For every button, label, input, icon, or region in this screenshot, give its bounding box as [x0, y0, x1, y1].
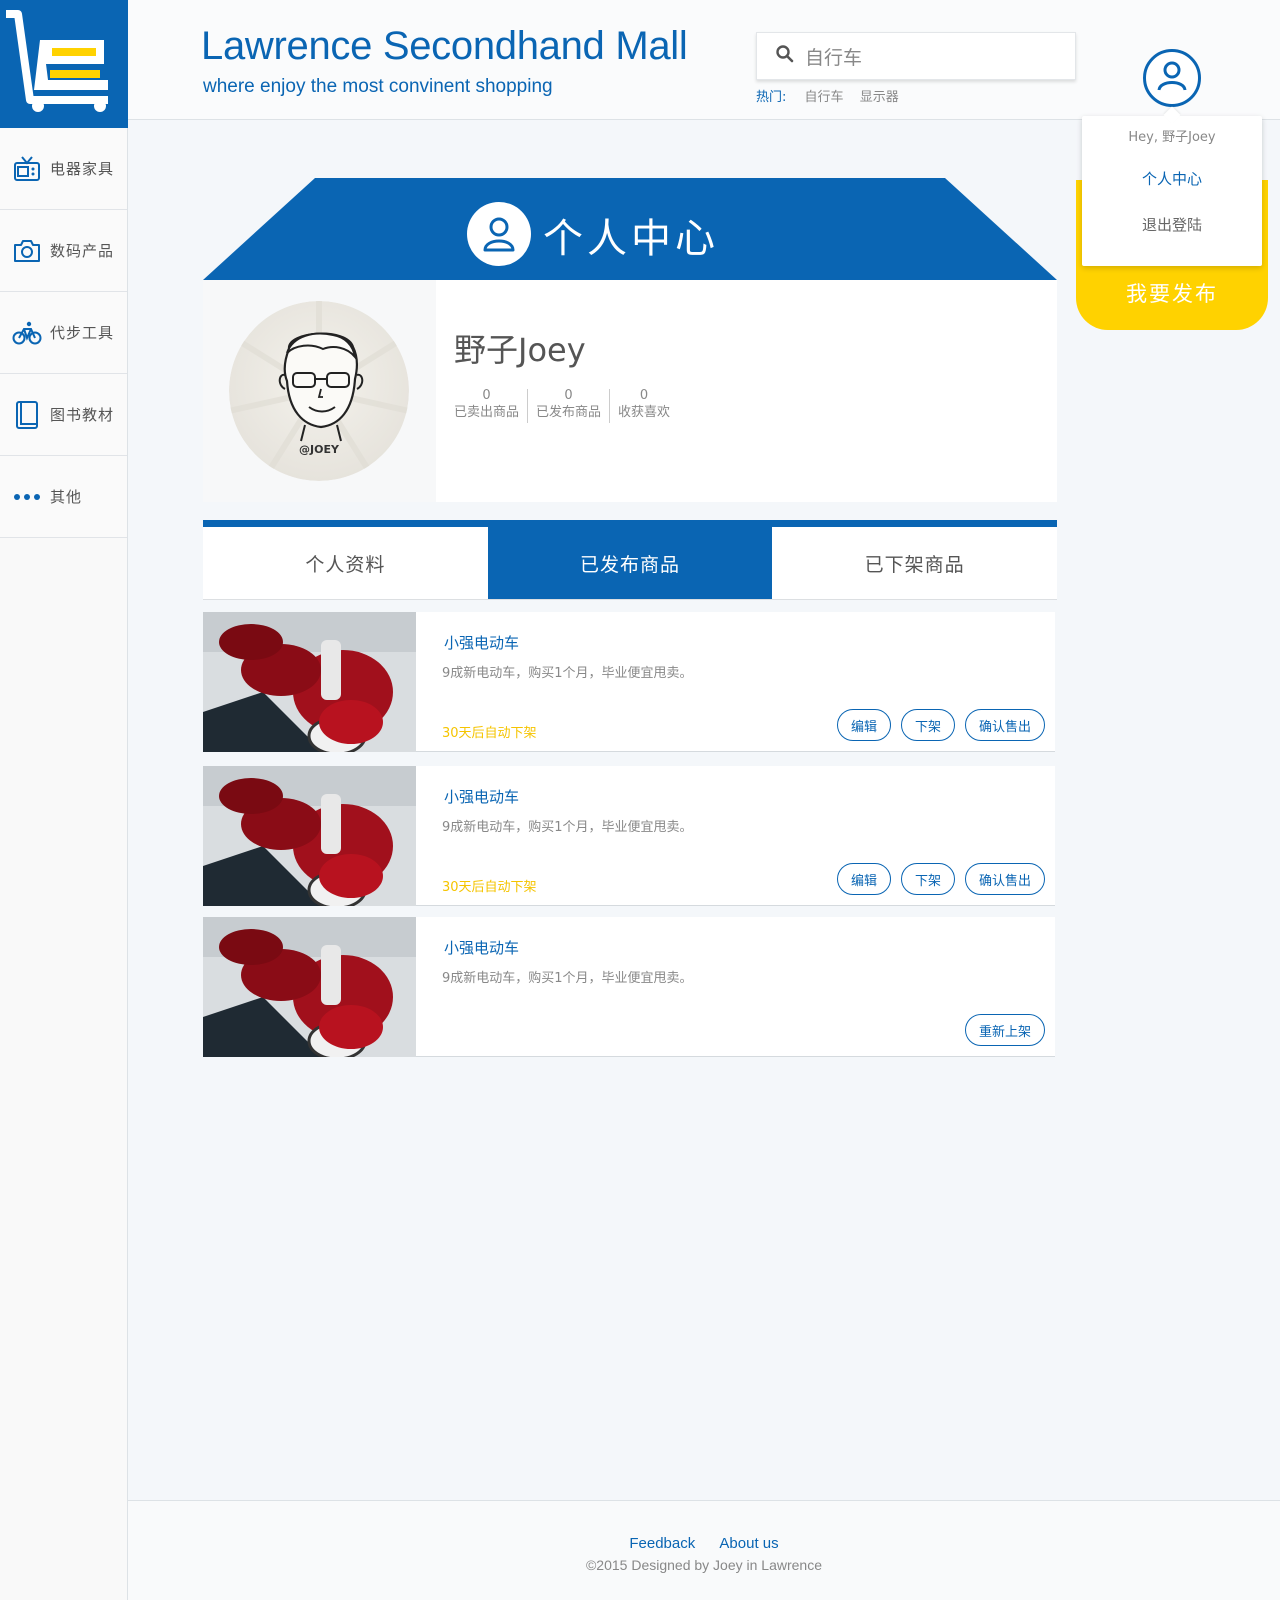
menu-item-personal-center[interactable]: 个人中心: [1082, 168, 1262, 189]
delist-button[interactable]: 下架: [900, 709, 955, 741]
edit-button[interactable]: 编辑: [836, 709, 891, 741]
item-description: 9成新电动车，购买1个月，毕业便宜甩卖。: [442, 971, 693, 986]
book-icon: [12, 400, 42, 430]
camera-icon: [12, 236, 42, 266]
item-thumbnail[interactable]: [203, 917, 416, 1057]
stat-likes: 0 收获喜欢: [610, 389, 678, 423]
item-name[interactable]: 小强电动车: [444, 937, 519, 958]
item-actions: 重新上架: [964, 1014, 1045, 1046]
page-title: 个人中心: [543, 216, 719, 262]
avatar-column: @JOEY: [203, 280, 436, 502]
search-icon[interactable]: [775, 44, 795, 68]
user-icon: [467, 202, 531, 266]
item-actions: 编辑 下架 确认售出: [836, 709, 1045, 741]
footer-links: Feedback About us: [128, 1535, 1280, 1552]
more-icon: [12, 482, 42, 512]
sidebar-item-digital[interactable]: 数码产品: [0, 210, 127, 292]
item-name[interactable]: 小强电动车: [444, 632, 519, 653]
item-thumbnail[interactable]: [203, 612, 416, 752]
hot-searches: 热门: 自行车 显示器: [756, 86, 911, 105]
sidebar-item-label: 图书教材: [50, 406, 115, 424]
bicycle-icon: [12, 318, 42, 348]
menu-item-logout[interactable]: 退出登陆: [1082, 214, 1262, 235]
item-actions: 编辑 下架 确认售出: [836, 863, 1045, 895]
search-box[interactable]: [756, 32, 1076, 80]
page-banner: 个人中心: [203, 178, 1057, 280]
confirm-sold-button[interactable]: 确认售出: [964, 709, 1045, 741]
site-title[interactable]: Lawrence Secondhand Mall: [201, 24, 688, 69]
stat-value: 0: [564, 388, 573, 403]
cart-logo-icon: [6, 10, 108, 112]
edit-button[interactable]: 编辑: [836, 863, 891, 895]
item-description: 9成新电动车，购买1个月，毕业便宜甩卖。: [442, 666, 693, 681]
item-description: 9成新电动车，购买1个月，毕业便宜甩卖。: [442, 820, 693, 835]
sidebar-item-transport[interactable]: 代步工具: [0, 292, 127, 374]
sidebar-item-books[interactable]: 图书教材: [0, 374, 127, 456]
relist-button[interactable]: 重新上架: [964, 1014, 1045, 1046]
hot-tag[interactable]: 自行车: [805, 90, 844, 105]
item-thumbnail[interactable]: [203, 766, 416, 906]
stat-label: 收获喜欢: [618, 405, 671, 420]
item-auto-delist: 30天后自动下架: [442, 880, 537, 895]
profile-card: @JOEY 野子Joey 0 已卖出商品 0 已发布商品 0 收获喜欢: [203, 280, 1057, 502]
list-item: 小强电动车 9成新电动车，购买1个月，毕业便宜甩卖。 30天后自动下架 编辑 下…: [203, 766, 1055, 906]
list-item: 小强电动车 9成新电动车，购买1个月，毕业便宜甩卖。 重新上架: [203, 917, 1055, 1057]
tab-profile[interactable]: 个人资料: [203, 527, 488, 599]
user-greeting: Hey, 野子Joey: [1128, 130, 1216, 145]
stat-value: 0: [482, 388, 491, 403]
sidebar-item-label: 电器家具: [50, 160, 115, 178]
logo[interactable]: [0, 0, 128, 128]
copyright: ©2015 Designed by Joey in Lawrence: [585, 1557, 823, 1573]
avatar[interactable]: @JOEY: [229, 301, 409, 481]
stat-published: 0 已发布商品: [528, 388, 611, 423]
user-menu-button[interactable]: [1143, 49, 1201, 107]
tab-unlisted[interactable]: 已下架商品: [772, 527, 1057, 599]
about-link[interactable]: About us: [719, 1535, 778, 1552]
tab-published[interactable]: 已发布商品: [487, 527, 773, 599]
publish-label: 我要发布: [1126, 282, 1218, 306]
profile-tabs: 个人资料 已发布商品 已下架商品: [203, 520, 1057, 600]
sidebar-item-others[interactable]: 其他: [0, 456, 127, 538]
sidebar: 电器家具 数码产品 代步工具 图书教材 其他: [0, 0, 128, 1600]
feedback-link[interactable]: Feedback: [629, 1535, 695, 1552]
user-stats: 0 已卖出商品 0 已发布商品 0 收获喜欢: [454, 389, 678, 423]
list-item: 小强电动车 9成新电动车，购买1个月，毕业便宜甩卖。 30天后自动下架 编辑 下…: [203, 612, 1055, 752]
item-auto-delist: 30天后自动下架: [442, 726, 537, 741]
user-dropdown: Hey, 野子Joey 个人中心 退出登陆: [1082, 116, 1262, 266]
user-name: 野子Joey: [454, 331, 586, 369]
item-name[interactable]: 小强电动车: [444, 786, 519, 807]
user-icon: [1154, 58, 1190, 98]
sidebar-item-label: 数码产品: [50, 242, 115, 260]
delist-button[interactable]: 下架: [900, 863, 955, 895]
sidebar-item-label: 代步工具: [50, 324, 115, 342]
hot-tag[interactable]: 显示器: [860, 90, 899, 105]
stat-label: 已发布商品: [536, 405, 602, 420]
sidebar-item-appliances[interactable]: 电器家具: [0, 128, 127, 210]
sidebar-item-label: 其他: [50, 488, 83, 506]
site-subtitle: where enjoy the most convinent shopping: [203, 76, 553, 97]
stat-value: 0: [639, 388, 649, 403]
search-input[interactable]: [805, 45, 1065, 67]
confirm-sold-button[interactable]: 确认售出: [964, 863, 1045, 895]
stat-sold: 0 已卖出商品: [454, 388, 529, 423]
tv-icon: [12, 154, 42, 184]
avatar-label: @JOEY: [299, 443, 340, 456]
header: Lawrence Secondhand Mall where enjoy the…: [128, 0, 1280, 120]
hot-label: 热门:: [756, 90, 787, 105]
footer: Feedback About us ©2015 Designed by Joey…: [128, 1500, 1280, 1600]
stat-label: 已卖出商品: [454, 405, 520, 420]
